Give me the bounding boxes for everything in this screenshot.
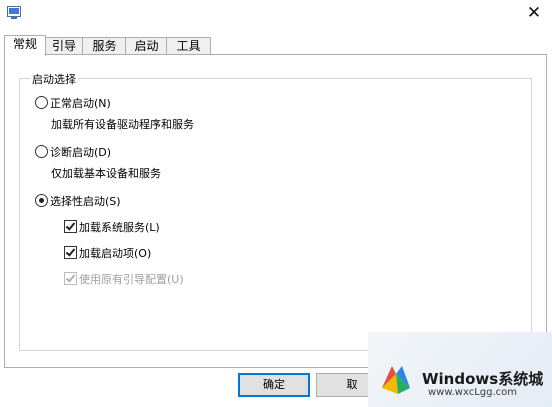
load-system-services-checkbox[interactable] [64,220,77,233]
use-original-boot-config-label: 使用原有引导配置(U) [79,273,184,286]
tab-boot[interactable]: 引导 [44,37,84,55]
title-bar: ✕ [0,0,552,28]
msconfig-app-icon [7,6,21,19]
normal-startup-description: 加载所有设备驱动程序和服务 [51,118,194,131]
load-system-services-label[interactable]: 加载系统服务(L) [79,219,160,235]
tab-tools[interactable]: 工具 [166,37,211,55]
windows-logo-icon [382,366,410,394]
close-icon[interactable]: ✕ [522,2,546,24]
use-original-boot-config-checkbox [64,272,77,285]
watermark-brand: Windows系统城 [422,370,544,388]
diagnostic-startup-label[interactable]: 诊断启动(D) [50,144,111,160]
selective-startup-radio[interactable] [35,194,48,207]
site-watermark: Windows系统城 www.wxcLgg.com [368,332,552,407]
tab-services[interactable]: 服务 [82,37,127,55]
selective-startup-label[interactable]: 选择性启动(S) [50,193,121,209]
load-startup-items-checkbox[interactable] [64,246,77,259]
tab-startup[interactable]: 启动 [125,37,168,55]
watermark-url: www.wxcLgg.com [428,387,518,398]
normal-startup-label[interactable]: 正常启动(N) [50,95,111,111]
diagnostic-startup-description: 仅加载基本设备和服务 [51,167,161,180]
ok-button[interactable]: 确定 [238,373,310,397]
general-tab-panel: 启动选择 正常启动(N) 加载所有设备驱动程序和服务 诊断启动(D) 仅加载基本… [4,54,547,368]
diagnostic-startup-radio[interactable] [35,145,48,158]
tab-general[interactable]: 常规 [4,35,46,56]
normal-startup-radio[interactable] [35,96,48,109]
load-startup-items-label[interactable]: 加载启动项(O) [79,245,151,261]
startup-selection-group: 启动选择 正常启动(N) 加载所有设备驱动程序和服务 诊断启动(D) 仅加载基本… [19,71,532,351]
group-title: 启动选择 [30,71,78,87]
